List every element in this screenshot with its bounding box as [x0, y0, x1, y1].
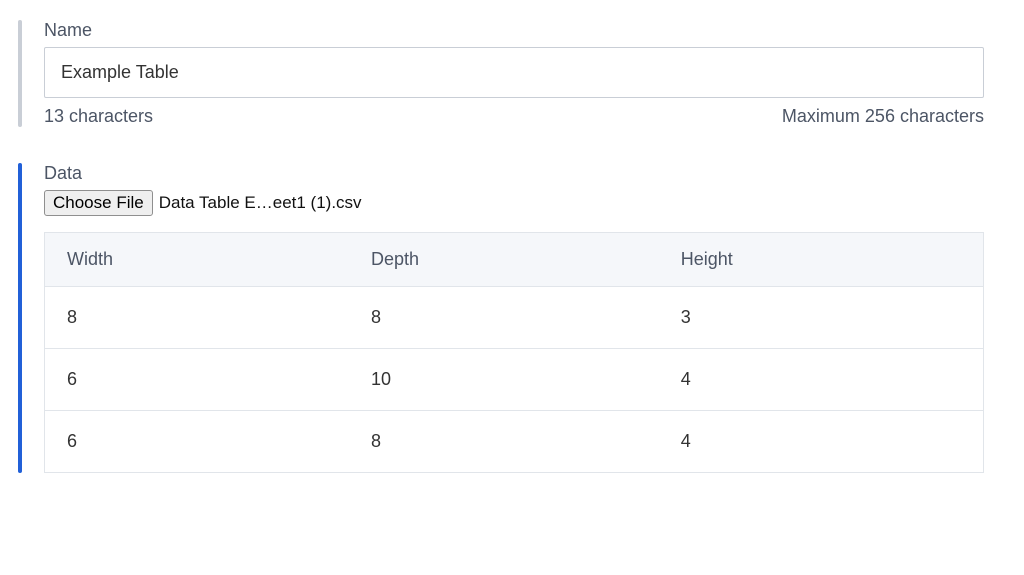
table-row: 6 8 4 [45, 411, 984, 473]
col-header: Depth [349, 233, 659, 287]
data-table: Width Depth Height 8 8 3 6 10 4 6 8 4 [44, 232, 984, 473]
name-input[interactable] [44, 47, 984, 98]
table-cell: 6 [45, 349, 350, 411]
char-count: 13 characters [44, 106, 153, 127]
selected-file-name: Data Table E…eet1 (1).csv [159, 193, 362, 213]
table-row: 8 8 3 [45, 287, 984, 349]
choose-file-button[interactable]: Choose File [44, 190, 153, 216]
name-help-row: 13 characters Maximum 256 characters [44, 106, 984, 127]
data-label: Data [44, 163, 984, 184]
col-header: Width [45, 233, 350, 287]
table-cell: 6 [45, 411, 350, 473]
table-cell: 8 [349, 411, 659, 473]
data-section: Data Choose File Data Table E…eet1 (1).c… [18, 163, 984, 473]
table-cell: 4 [659, 411, 984, 473]
table-cell: 10 [349, 349, 659, 411]
file-chooser-row: Choose File Data Table E…eet1 (1).csv [44, 190, 984, 216]
table-cell: 4 [659, 349, 984, 411]
name-section: Name 13 characters Maximum 256 character… [18, 20, 984, 127]
table-cell: 8 [45, 287, 350, 349]
table-row: 6 10 4 [45, 349, 984, 411]
table-cell: 8 [349, 287, 659, 349]
max-chars: Maximum 256 characters [782, 106, 984, 127]
table-cell: 3 [659, 287, 984, 349]
col-header: Height [659, 233, 984, 287]
table-header-row: Width Depth Height [45, 233, 984, 287]
name-label: Name [44, 20, 984, 41]
